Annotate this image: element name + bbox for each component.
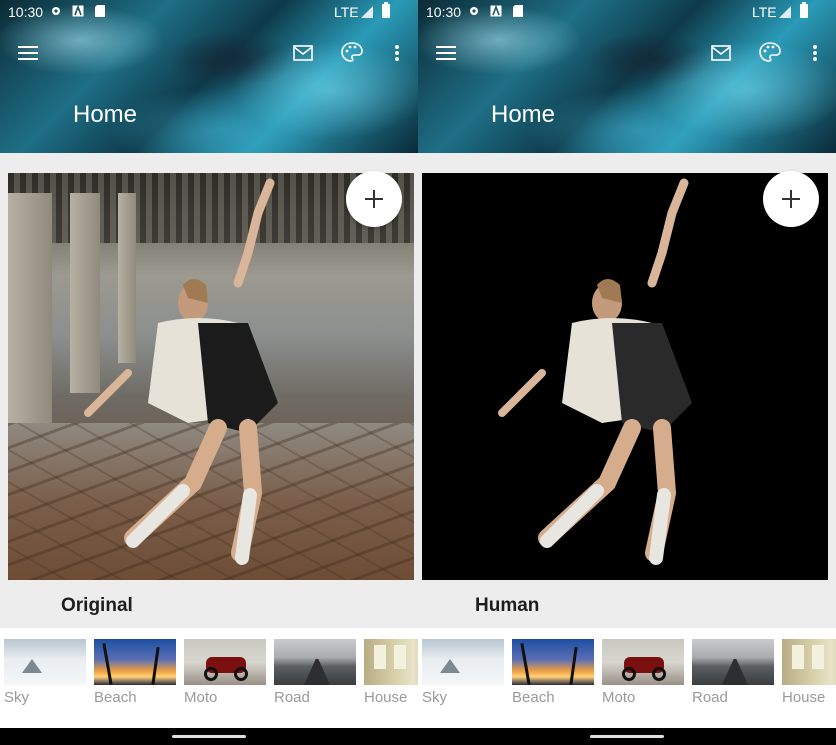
- system-nav-bar: [418, 728, 836, 745]
- screen-original: 10:30 LTE Home Original Sky Beach Moto R…: [0, 0, 418, 745]
- filter-label: Road: [274, 689, 310, 706]
- settings-icon: [470, 7, 478, 15]
- filter-item-sky[interactable]: Sky: [4, 639, 86, 706]
- filter-item-sky[interactable]: Sky: [422, 639, 504, 706]
- more-vert-icon[interactable]: [808, 42, 822, 64]
- header-banner: 10:30 LTE Home: [0, 0, 418, 153]
- palette-icon[interactable]: [340, 41, 364, 63]
- filter-item-road[interactable]: Road: [692, 639, 774, 706]
- menu-icon[interactable]: [435, 42, 457, 64]
- photo-original: [8, 173, 414, 580]
- filter-label: Moto: [184, 689, 218, 706]
- moto-thumbnail: [602, 639, 684, 685]
- home-gesture-bar[interactable]: [172, 735, 246, 738]
- screen-human: 10:30 LTE Home Human Sky Beach Moto Road…: [418, 0, 836, 745]
- dancer-cutout: [498, 178, 692, 565]
- system-nav-bar: [0, 728, 418, 745]
- filter-label: Road: [692, 689, 728, 706]
- sky-thumbnail: [4, 639, 86, 685]
- status-bar: 10:30 LTE: [418, 0, 836, 25]
- page-title: Home: [491, 101, 556, 128]
- menu-icon[interactable]: [17, 42, 39, 64]
- photo-caption: Original: [61, 595, 133, 616]
- photo-human-cutout: [422, 173, 828, 580]
- status-bar: 10:30 LTE: [0, 0, 418, 25]
- moto-thumbnail: [184, 639, 266, 685]
- sky-thumbnail: [422, 639, 504, 685]
- filter-label: Moto: [602, 689, 636, 706]
- a-icon: [490, 5, 502, 17]
- add-photo-button[interactable]: [763, 171, 819, 227]
- house-thumbnail: [364, 639, 418, 685]
- photo-caption: Human: [475, 595, 540, 616]
- filter-item-moto[interactable]: Moto: [184, 639, 266, 706]
- filter-label: House: [364, 689, 408, 706]
- status-time: 10:30: [8, 4, 44, 20]
- battery-icon: [800, 2, 808, 18]
- background-filter-strip[interactable]: Sky Beach Moto Road House: [418, 628, 836, 728]
- filter-label: Sky: [4, 689, 30, 706]
- filter-item-house[interactable]: House: [364, 639, 418, 706]
- mail-icon[interactable]: [711, 45, 731, 61]
- filter-item-beach[interactable]: Beach: [94, 639, 176, 706]
- signal-icon: [361, 6, 373, 18]
- filter-item-beach[interactable]: Beach: [512, 639, 594, 706]
- filter-item-moto[interactable]: Moto: [602, 639, 684, 706]
- palette-icon[interactable]: [758, 41, 782, 63]
- home-gesture-bar[interactable]: [590, 735, 664, 738]
- filter-label: Sky: [422, 689, 448, 706]
- status-time: 10:30: [426, 4, 462, 20]
- page-title: Home: [73, 101, 138, 128]
- filter-label: Beach: [94, 689, 137, 706]
- background-filter-strip[interactable]: Sky Beach Moto Road House: [0, 628, 418, 728]
- house-thumbnail: [782, 639, 836, 685]
- more-vert-icon[interactable]: [390, 42, 404, 64]
- signal-icon: [779, 6, 791, 18]
- battery-icon: [382, 2, 390, 18]
- beach-thumbnail: [512, 639, 594, 685]
- network-type: LTE: [752, 4, 777, 20]
- road-thumbnail: [274, 639, 356, 685]
- sd-card-icon: [95, 5, 105, 17]
- mail-icon[interactable]: [293, 45, 313, 61]
- filter-label: House: [782, 689, 826, 706]
- network-type: LTE: [334, 4, 359, 20]
- filter-item-road[interactable]: Road: [274, 639, 356, 706]
- a-icon: [72, 5, 84, 17]
- filter-label: Beach: [512, 689, 555, 706]
- beach-thumbnail: [94, 639, 176, 685]
- sd-card-icon: [513, 5, 523, 17]
- dancer-figure: [84, 178, 278, 565]
- filter-item-house[interactable]: House: [782, 639, 836, 706]
- add-photo-button[interactable]: [346, 171, 402, 227]
- settings-icon: [52, 7, 60, 15]
- header-banner: 10:30 LTE Home: [418, 0, 836, 153]
- road-thumbnail: [692, 639, 774, 685]
